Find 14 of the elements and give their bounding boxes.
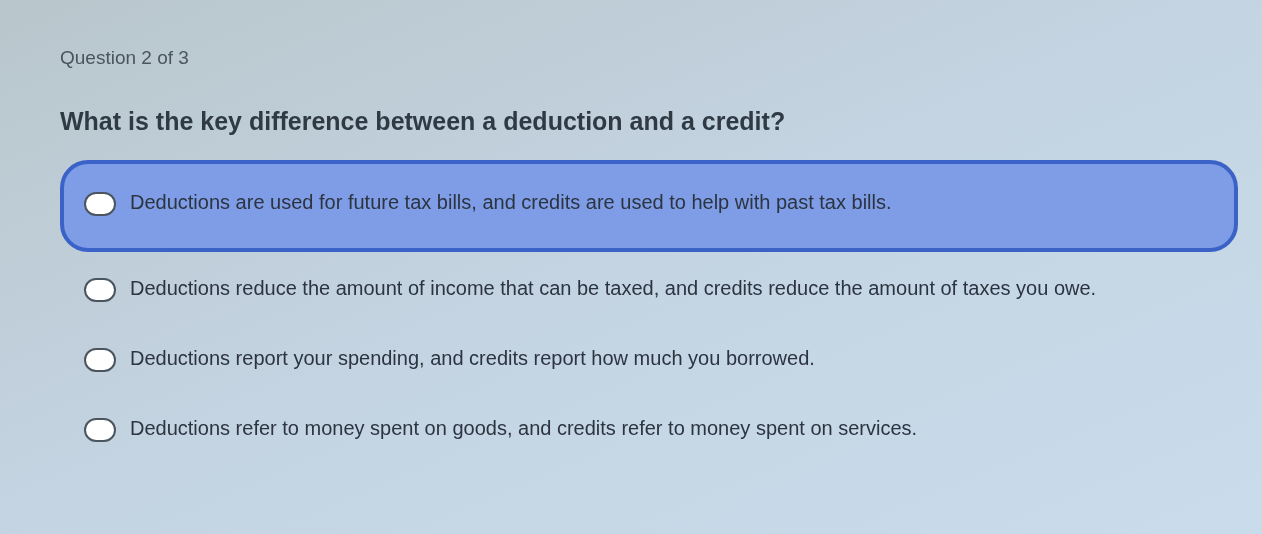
- answer-option[interactable]: Deductions refer to money spent on goods, and credits refer to money spent on services.: [60, 402, 1238, 462]
- question-text: What is the key difference between a deduction and a credit?: [60, 105, 787, 137]
- answer-option[interactable]: Deductions reduce the amount of income that can be taxed, and credits reduce the amount of taxes you owe.: [60, 262, 1238, 322]
- radio-button[interactable]: [84, 278, 116, 302]
- answer-text: Deductions refer to money spent on goods, and credits refer to money spent on services.: [130, 416, 918, 441]
- question-counter: Question 2 of 3: [60, 46, 190, 70]
- answer-option[interactable]: Deductions report your spending, and credits report how much you borrowed.: [60, 332, 1238, 392]
- answer-option[interactable]: Deductions are used for future tax bills, and credits are used to help with past tax bills.: [60, 160, 1238, 252]
- radio-button[interactable]: [84, 348, 116, 372]
- radio-button[interactable]: [84, 418, 116, 442]
- answer-text: Deductions reduce the amount of income that can be taxed, and credits reduce the amount of taxes you owe.: [130, 276, 1097, 301]
- answer-text: Deductions are used for future tax bills, and credits are used to help with past tax bills.: [130, 190, 892, 215]
- radio-button[interactable]: [84, 192, 116, 216]
- answer-text: Deductions report your spending, and credits report how much you borrowed.: [130, 346, 815, 371]
